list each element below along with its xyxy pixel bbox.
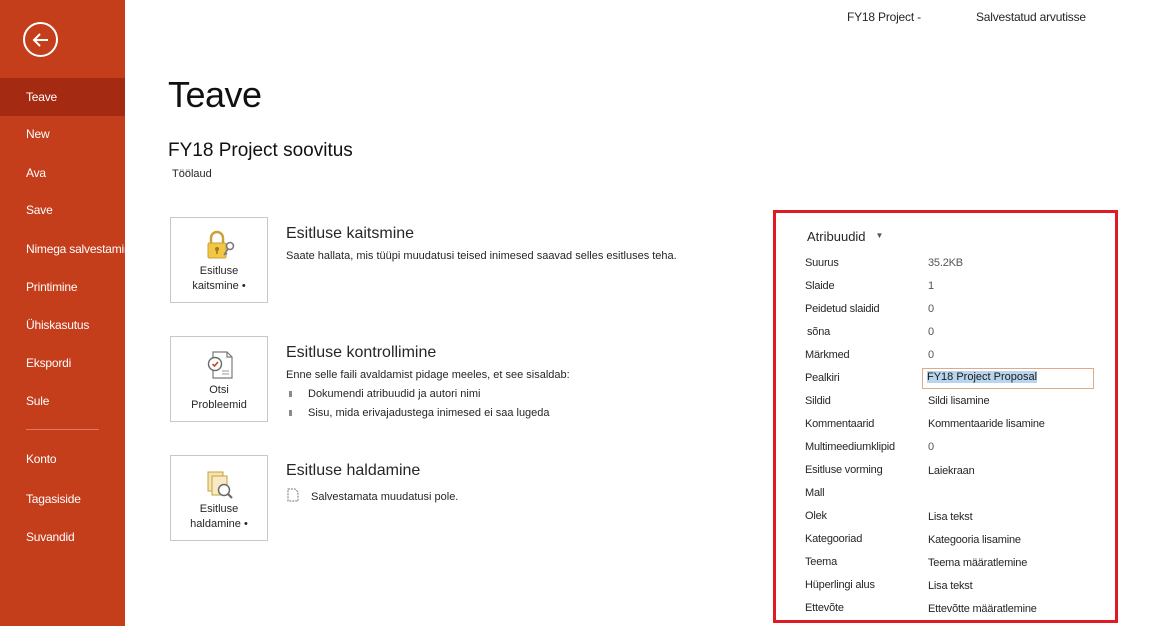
manage-documents-icon <box>207 471 233 499</box>
sidebar-item-print[interactable]: Printimine <box>0 268 125 306</box>
manage-tile-label: Esitluse haldamine • <box>171 502 267 532</box>
sidebar-item-save[interactable]: Save <box>0 191 125 229</box>
properties-panel: Atribuudid ▼ Suurus 35.2KB Slaide 1 Peide… <box>773 210 1118 623</box>
inspect-bullet: Dokumendi atribuudid ja autori nimi <box>289 388 480 400</box>
manage-tile-label-line1: Esitluse <box>199 503 239 515</box>
inspect-title: Esitluse kontrollimine <box>286 344 437 361</box>
save-status: Salvestatud arvutisse <box>976 10 1086 24</box>
title-input[interactable]: FY18 Project Proposal <box>922 368 1094 389</box>
manage-tile-label-line2: haldamine • <box>190 518 248 530</box>
prop-value-hyperlink-base[interactable]: Lisa tekst <box>928 580 973 592</box>
prop-name-subject: Teema <box>805 556 838 568</box>
prop-name-words: sõna <box>807 326 831 338</box>
page-title: Teave <box>168 74 262 115</box>
back-button[interactable] <box>23 22 58 57</box>
protect-description: Saate hallata, mis tüüpi muudatusi teise… <box>286 250 677 262</box>
prop-value-words: 0 <box>928 326 934 338</box>
prop-value-categories[interactable]: Kategooria lisamine <box>928 534 1021 546</box>
sidebar-item-export[interactable]: Ekspordi <box>0 344 125 382</box>
protect-presentation-button[interactable]: Esitluse kaitsmine • <box>170 217 268 303</box>
lock-key-icon <box>207 230 235 259</box>
check-for-issues-button[interactable]: Otsi Probleemid <box>170 336 268 422</box>
sidebar-divider <box>26 429 99 430</box>
sidebar-item-close[interactable]: Sule <box>0 382 125 420</box>
sidebar-item-teave[interactable]: Teave <box>0 78 125 116</box>
protect-title: Esitluse kaitsmine <box>286 225 415 242</box>
inspect-tile-label: Otsi Probleemid <box>171 383 267 413</box>
prop-value-size: 35.2KB <box>928 257 963 269</box>
protect-tile-label: Esitluse kaitsmine • <box>171 264 267 294</box>
file-location: Töölaud <box>172 168 212 180</box>
prop-name-template: Mall <box>805 487 825 499</box>
prop-name-tags: Sildid <box>805 395 831 407</box>
protect-tile-label-line1: Esitluse <box>199 265 239 277</box>
sidebar-item-account[interactable]: Konto <box>0 440 125 478</box>
bullet-marker <box>289 410 292 417</box>
title-input-value: FY18 Project Proposal <box>927 371 1038 383</box>
prop-name-slides: Slaide <box>805 280 835 292</box>
sidebar-item-options[interactable]: Suvandid <box>0 518 125 556</box>
backstage-sidebar: Teave New Ava Save Nimega salvestamine P… <box>0 0 125 626</box>
prop-name-size: Suurus <box>805 257 839 269</box>
prop-value-status[interactable]: Lisa tekst <box>928 511 973 523</box>
prop-value-tags[interactable]: Sildi lisamine <box>928 395 990 407</box>
arrow-left-icon <box>32 33 48 47</box>
inspect-tile-label-line1: Otsi <box>209 384 229 396</box>
bullet-marker <box>289 391 292 398</box>
prop-value-format: Laiekraan <box>928 465 975 477</box>
properties-dropdown[interactable]: Atribuudid ▼ <box>807 229 883 244</box>
sidebar-item-new[interactable]: New <box>0 115 125 153</box>
prop-name-categories: Kategooriad <box>805 533 863 545</box>
manage-description: Salvestamata muudatusi pole. <box>311 491 459 503</box>
document-icon <box>287 488 299 502</box>
sidebar-item-feedback[interactable]: Tagasiside <box>0 480 125 518</box>
manage-presentation-button[interactable]: Esitluse haldamine • <box>170 455 268 541</box>
sidebar-item-ava[interactable]: Ava <box>0 154 125 192</box>
prop-name-company: Ettevõte <box>805 602 844 614</box>
protect-tile-label-line2: kaitsmine • <box>192 280 246 292</box>
file-name: FY18 Project soovitus <box>168 140 353 161</box>
inspect-bullet-text: Sisu, mida erivajadustega inimesed ei sa… <box>308 407 550 419</box>
inspect-bullet-text: Dokumendi atribuudid ja autori nimi <box>308 388 481 400</box>
caret-down-icon: ▼ <box>875 231 884 240</box>
prop-name-hidden-slides: Peidetud slaidid <box>805 303 880 315</box>
inspect-document-icon <box>207 351 233 379</box>
inspect-bullet: Sisu, mida erivajadustega inimesed ei sa… <box>289 407 550 419</box>
prop-value-notes: 0 <box>928 349 934 361</box>
prop-value-comments[interactable]: Kommentaaride lisamine <box>928 418 1045 430</box>
sidebar-item-save-as[interactable]: Nimega salvestamine <box>0 230 125 268</box>
prop-value-slides: 1 <box>928 280 934 292</box>
prop-name-notes: Märkmed <box>805 349 850 361</box>
prop-name-format: Esitluse vorming <box>805 464 883 476</box>
prop-name-title: Pealkiri <box>805 372 840 384</box>
prop-value-multimedia: 0 <box>928 441 934 453</box>
inspect-description: Enne selle faili avaldamist pidage meele… <box>286 369 570 381</box>
prop-name-multimedia: Multimeediumklipid <box>805 441 895 453</box>
prop-value-hidden-slides: 0 <box>928 303 934 315</box>
properties-header-label: Atribuudid <box>807 229 866 244</box>
prop-name-hyperlink-base: Hüperlingi alus <box>805 579 875 591</box>
inspect-tile-label-line2: Probleemid <box>191 399 247 411</box>
document-title: FY18 Project - <box>847 10 921 24</box>
manage-title: Esitluse haldamine <box>286 462 421 479</box>
prop-value-subject[interactable]: Teema määratlemine <box>928 557 1027 569</box>
prop-name-status: Olek <box>805 510 827 522</box>
prop-name-comments: Kommentaarid <box>805 418 875 430</box>
prop-value-company[interactable]: Ettevõtte määratlemine <box>928 603 1037 615</box>
sidebar-item-share[interactable]: Ühiskasutus <box>0 306 125 344</box>
